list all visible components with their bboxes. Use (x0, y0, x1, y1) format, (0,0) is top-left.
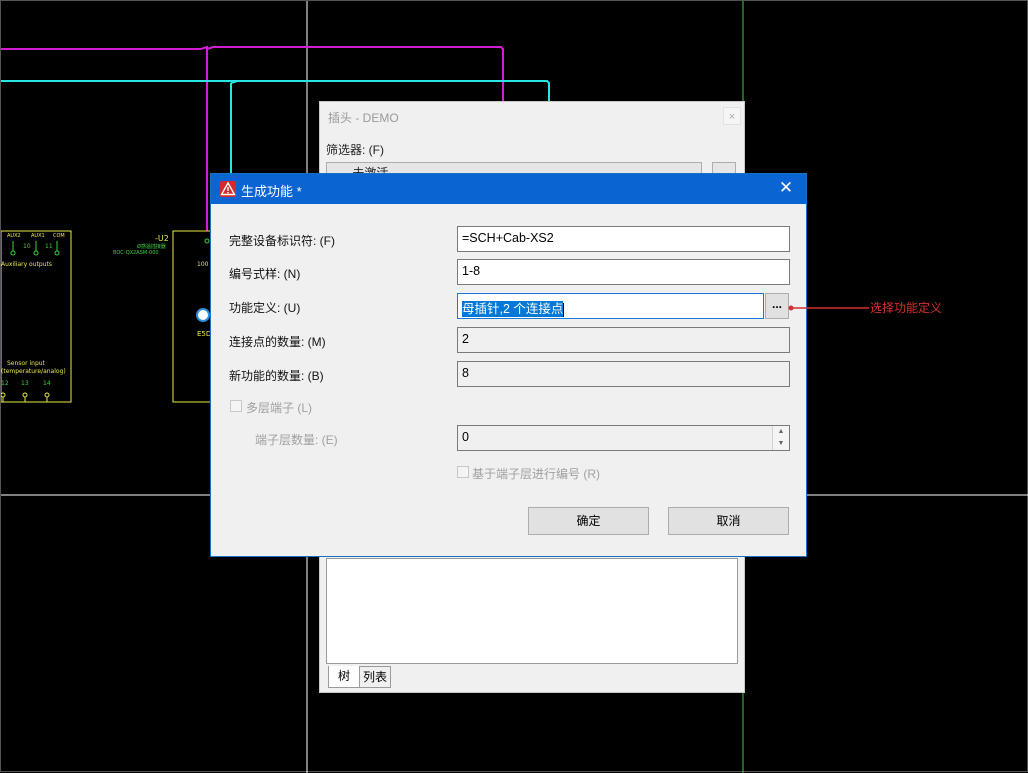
device-symbol-icon (196, 308, 210, 322)
terminal-levels-label: 端子层数量: (E) (255, 433, 338, 447)
connection-points-label: 连接点的数量: (M) (229, 335, 326, 349)
multi-level-terminal-checkbox[interactable] (230, 400, 242, 412)
label-pin-11: 11 (45, 243, 53, 250)
ok-button[interactable]: 确定 (528, 507, 649, 535)
label-pin-12: 12 (1, 380, 9, 387)
multi-level-terminal-label: 多层端子 (L) (246, 401, 313, 415)
label-pin-14: 14 (43, 380, 51, 387)
annotation-arrow (788, 305, 869, 311)
function-definition-input[interactable]: 母插针,2 个连接点 (457, 293, 764, 319)
tab-tree[interactable]: 树 (328, 666, 360, 688)
navigator-title: 插头 - DEMO (328, 111, 399, 125)
pin-dot (204, 238, 210, 244)
label-pin-10: 10 (23, 243, 31, 250)
cyan-wire-top (1, 80, 550, 102)
generate-functions-dialog: 生成功能 * ✕ 完整设备标识符: (F) =SCH+Cab-XS2 编号式样:… (210, 173, 807, 557)
tab-list[interactable]: 列表 (359, 666, 391, 688)
annotation-text: 选择功能定义 (870, 301, 943, 315)
new-functions-label: 新功能的数量: (B) (229, 369, 324, 383)
full-device-tag-input[interactable]: =SCH+Cab-XS2 (457, 226, 790, 252)
dialog-close-button[interactable]: ✕ (776, 178, 796, 198)
new-functions-input[interactable]: 8 (457, 361, 790, 387)
pin-dot (10, 250, 16, 256)
pin-dot (33, 250, 39, 256)
function-definition-value: 母插针,2 个连接点 (462, 301, 564, 317)
full-device-tag-label: 完整设备标识符: (F) (229, 234, 335, 248)
browse-function-definition-button[interactable]: ... (765, 293, 789, 319)
terminal-levels-spinner[interactable]: 0 ▲ ▼ (457, 425, 790, 451)
device-part: BOC-QX2ASM-000 (113, 250, 159, 256)
terminal-levels-value: 0 (462, 430, 469, 444)
numbering-pattern-input[interactable]: 1-8 (457, 259, 790, 285)
left-device-box (1, 230, 72, 403)
navigator-close-button[interactable]: × (723, 107, 741, 125)
label-aux1: AUX1 (31, 233, 45, 239)
navigator-tree-view[interactable] (326, 558, 738, 664)
label-sensor-sub: (temperature/analog) (1, 368, 66, 375)
label-pin-100: 100 (197, 261, 209, 268)
number-by-level-label: 基于端子层进行编号 (R) (472, 467, 600, 481)
label-com: COM (53, 233, 65, 239)
pin-dot (44, 392, 50, 398)
spin-up-icon[interactable]: ▲ (773, 426, 789, 438)
spin-down-icon[interactable]: ▼ (773, 438, 789, 450)
magenta-wire-left (1, 45, 208, 231)
pin-dot (1, 392, 6, 398)
text-caret (563, 302, 565, 317)
device-desc: Ø感温插接器 (137, 244, 166, 250)
spinner-buttons: ▲ ▼ (772, 426, 789, 450)
label-sensor-input: Sensor input (7, 360, 45, 367)
label-pin-13: 13 (21, 380, 29, 387)
numbering-pattern-label: 编号式样: (N) (229, 267, 301, 281)
pin-dot (54, 250, 60, 256)
dialog-titlebar[interactable]: 生成功能 * ✕ (211, 174, 806, 204)
label-auxiliary-outputs: Auxiliary outputs (1, 261, 52, 268)
function-definition-label: 功能定义: (U) (229, 301, 301, 315)
device-id: -U2 (155, 234, 169, 243)
dialog-title: 生成功能 * (241, 184, 302, 199)
pin-dot (22, 392, 28, 398)
filter-label: 筛选器: (F) (326, 143, 384, 157)
connection-points-input[interactable]: 2 (457, 327, 790, 353)
cancel-button[interactable]: 取消 (668, 507, 789, 535)
number-by-level-checkbox[interactable] (457, 466, 469, 478)
magenta-wire-top (206, 46, 504, 102)
label-aux2: AUX2 (7, 233, 21, 239)
warning-icon (220, 181, 236, 197)
